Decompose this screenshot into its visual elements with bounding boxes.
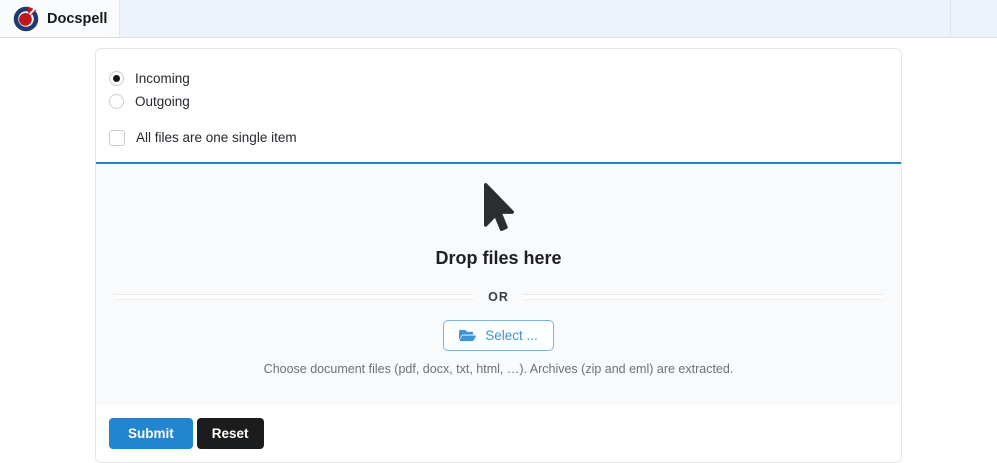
or-divider: OR (114, 290, 883, 304)
single-item-checkbox[interactable] (109, 130, 125, 146)
checkbox-row-single-item[interactable]: All files are one single item (109, 126, 888, 149)
select-files-button-label: Select ... (485, 328, 538, 343)
upload-options: Incoming Outgoing All files are one sing… (96, 49, 901, 162)
radio-incoming-label: Incoming (135, 71, 190, 86)
radio-row-incoming[interactable]: Incoming (109, 67, 888, 90)
top-navbar: Docspell (0, 0, 997, 38)
dropzone-title: Drop files here (106, 248, 891, 269)
file-dropzone[interactable]: Drop files here OR Select ... Choose doc… (96, 162, 901, 405)
navbar-spacer (120, 0, 950, 37)
or-divider-label: OR (474, 290, 523, 304)
radio-outgoing-label: Outgoing (135, 94, 190, 109)
upload-page: Incoming Outgoing All files are one sing… (0, 48, 997, 463)
hamburger-menu-button[interactable] (950, 0, 997, 37)
brand-home-link[interactable]: Docspell (0, 0, 120, 37)
radio-incoming[interactable] (109, 71, 124, 86)
mouse-pointer-icon (483, 183, 515, 236)
radio-row-outgoing[interactable]: Outgoing (109, 90, 888, 113)
single-item-checkbox-label: All files are one single item (136, 130, 297, 145)
select-files-button[interactable]: Select ... (443, 320, 554, 351)
upload-card: Incoming Outgoing All files are one sing… (95, 48, 902, 463)
radio-outgoing[interactable] (109, 94, 124, 109)
card-footer: Submit Reset (96, 405, 901, 462)
docspell-logo-icon (13, 6, 39, 32)
submit-button[interactable]: Submit (109, 418, 193, 449)
dropzone-hint: Choose document files (pdf, docx, txt, h… (106, 362, 891, 376)
reset-button[interactable]: Reset (197, 418, 264, 449)
folder-open-icon (459, 328, 476, 343)
brand-label: Docspell (47, 11, 107, 27)
